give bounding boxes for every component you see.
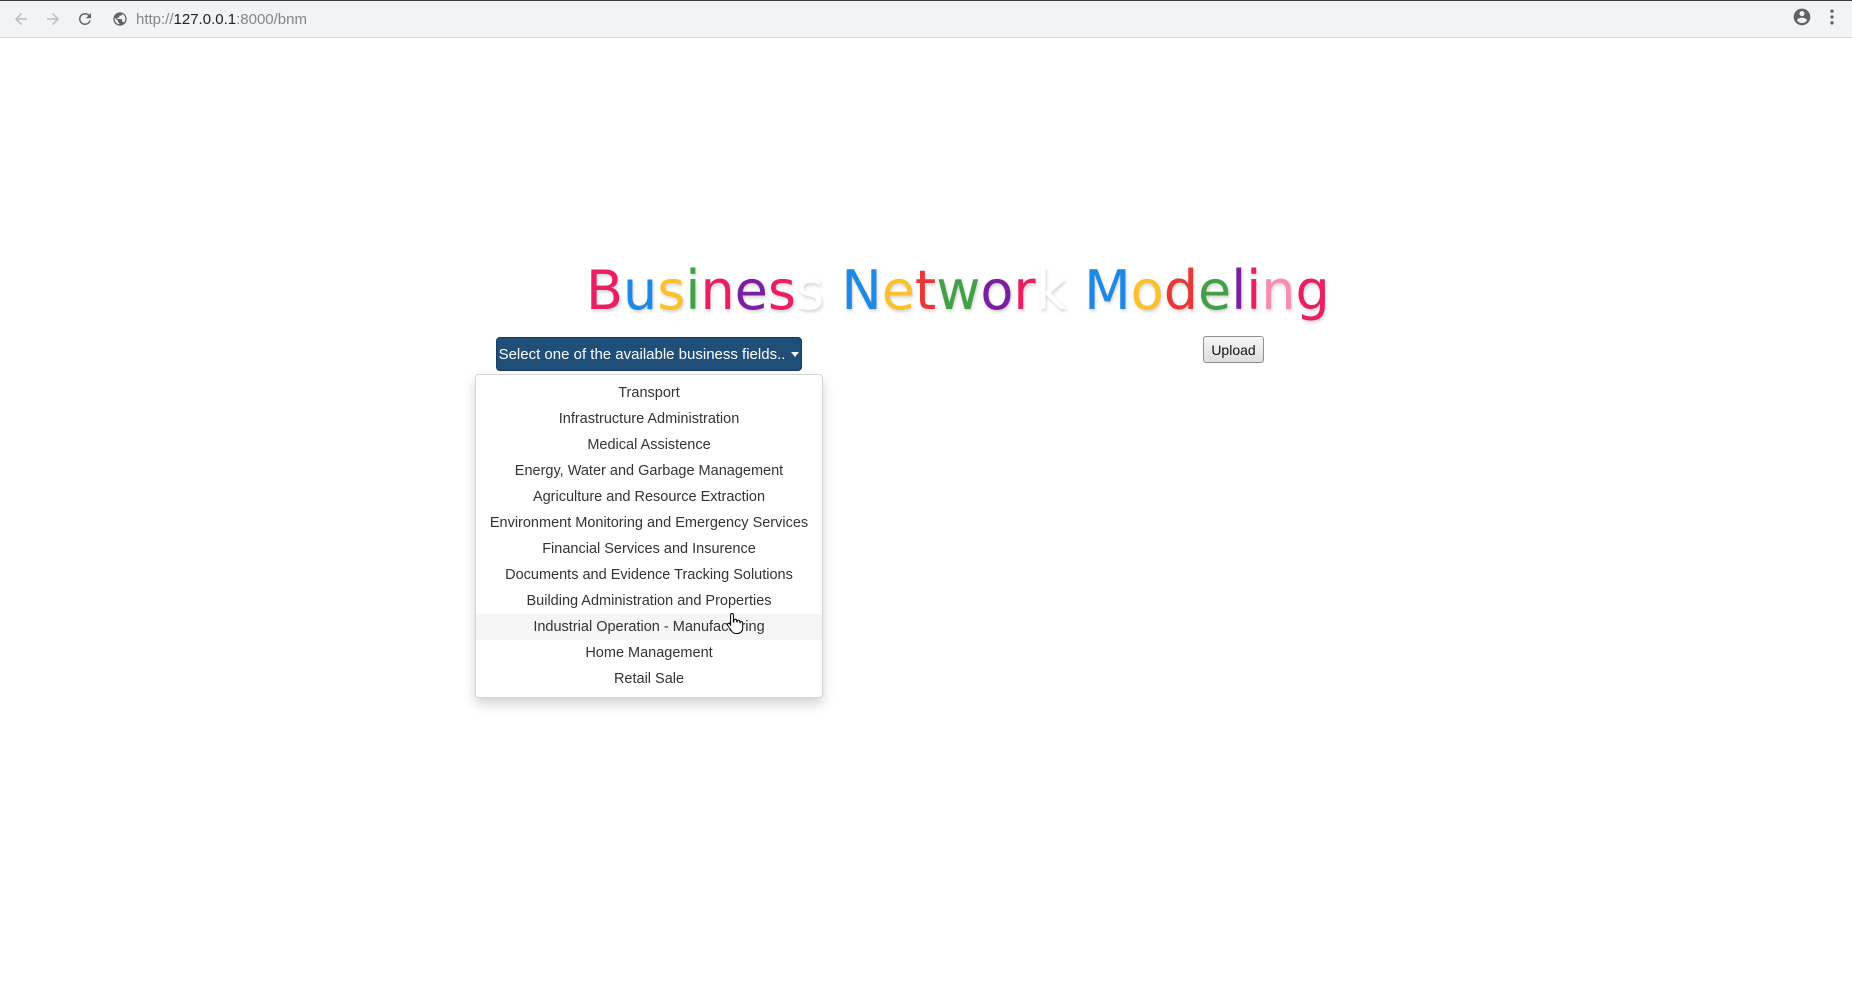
title-letter: w [936,259,981,322]
account-icon[interactable] [1792,7,1812,32]
caret-down-icon [791,351,800,357]
url-scheme: http:// [136,10,174,28]
dropdown-menu-item[interactable]: Retail Sale [476,666,822,692]
title-letter: B [586,259,624,322]
title-letter: k [1035,259,1067,322]
url-path: :8000/bnm [236,10,307,28]
dropdown-button-label: Select one of the available business fie… [498,345,786,363]
title-letter: t [915,259,937,322]
title-letter: o [1130,259,1164,322]
title-letter: i [1246,259,1262,322]
title-letter: N [841,259,882,322]
reload-icon[interactable] [72,6,98,32]
dropdown-menu-item[interactable]: Agriculture and Resource Extraction [476,484,822,510]
globe-icon[interactable] [112,11,128,27]
kebab-menu-icon[interactable] [1822,7,1842,32]
title-letter: e [1197,259,1232,322]
page-title: Business Network Modeling [586,256,1330,326]
title-letter: d [1163,259,1198,322]
title-letter: i [685,259,701,322]
dropdown-menu-item[interactable]: Building Administration and Properties [476,588,822,614]
back-arrow-icon[interactable] [8,6,34,32]
title-letter: g [1295,259,1330,322]
address-bar[interactable]: http://127.0.0.1:8000/bnm [112,6,307,32]
title-letter: M [1084,259,1131,322]
title-letter: s [767,259,797,322]
dropdown-menu-item[interactable]: Industrial Operation - Manufacturing [476,614,822,640]
title-letter: n [1261,259,1296,322]
dropdown-menu-item[interactable]: Environment Monitoring and Emergency Ser… [476,510,822,536]
dropdown-menu-item[interactable]: Home Management [476,640,822,666]
title-letter: e [734,259,768,322]
dropdown-menu-item[interactable]: Transport [476,380,822,406]
title-letter [824,256,841,326]
forward-arrow-icon[interactable] [40,6,66,32]
window-top-edge [0,0,1852,1]
title-letter: n [700,259,735,322]
url-host: 127.0.0.1 [173,10,237,28]
title-letter: s [657,259,686,322]
title-letter: e [881,259,915,322]
dropdown-menu-item[interactable]: Energy, Water and Garbage Management [476,458,822,484]
dropdown-menu-item[interactable]: Infrastructure Administration [476,406,822,432]
title-letter: o [980,259,1014,322]
upload-button[interactable]: Upload [1203,336,1264,363]
dropdown-menu-item[interactable]: Financial Services and Insurence [476,536,822,562]
title-letter [1067,256,1084,326]
business-field-dropdown-menu: Transport Infrastructure Administration Me… [475,374,823,698]
title-letter: u [623,259,658,322]
browser-toolbar: http://127.0.0.1:8000/bnm [0,0,1852,38]
title-letter: s [796,259,825,322]
title-letter: l [1231,259,1247,322]
title-letter: r [1013,259,1036,322]
dropdown-menu-item[interactable]: Documents and Evidence Tracking Solution… [476,562,822,588]
dropdown-menu-item[interactable]: Medical Assistence [476,432,822,458]
business-field-dropdown-button[interactable]: Select one of the available business fie… [496,337,802,371]
